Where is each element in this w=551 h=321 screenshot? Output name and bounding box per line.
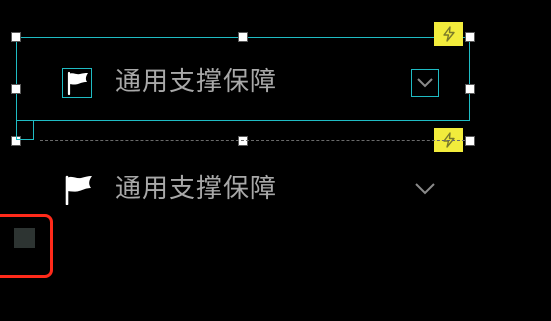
chevron-down-icon	[415, 183, 435, 195]
lightning-icon	[442, 26, 455, 42]
flag-icon-frame[interactable]	[62, 68, 92, 98]
corner-marker	[16, 121, 34, 140]
resize-handle-top-right[interactable]	[465, 32, 475, 42]
resize-handle-bottom-right[interactable]	[465, 136, 475, 146]
flag-icon-2[interactable]	[61, 173, 93, 206]
dropdown-toggle-1[interactable]	[411, 69, 439, 97]
color-swatch[interactable]	[14, 228, 35, 248]
resize-handle-middle-left[interactable]	[11, 84, 21, 94]
resize-handle-bottom-center[interactable]	[238, 136, 248, 146]
dropdown-toggle-2[interactable]	[414, 181, 436, 195]
chevron-down-icon	[417, 78, 433, 88]
flag-icon	[65, 175, 92, 206]
resize-handle-middle-right[interactable]	[465, 84, 475, 94]
flag-icon	[67, 71, 88, 96]
lightning-badge-1[interactable]	[434, 22, 463, 46]
resize-handle-top-left[interactable]	[11, 32, 21, 42]
item-label-2[interactable]: 通用支撑保障	[115, 174, 277, 204]
item-label-1[interactable]: 通用支撑保障	[115, 67, 277, 97]
resize-handle-top-center[interactable]	[238, 32, 248, 42]
dashed-separator	[40, 140, 465, 141]
